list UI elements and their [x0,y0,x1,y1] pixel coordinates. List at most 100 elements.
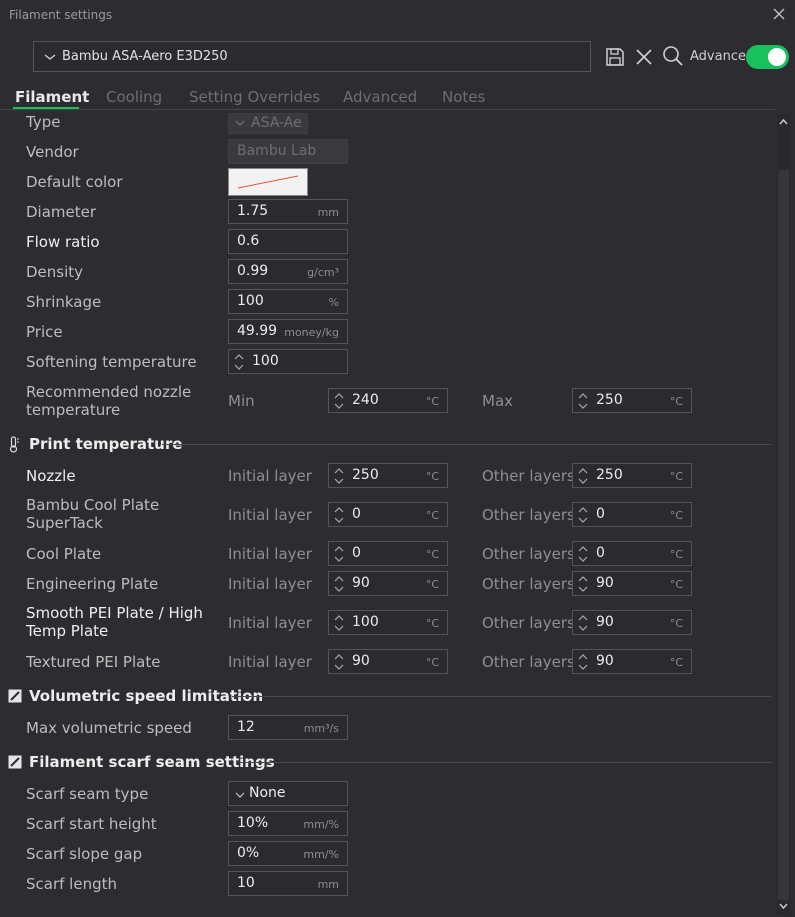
density-unit: g/cm³ [307,266,339,279]
density-label: Density [26,263,84,281]
shrinkage-unit: % [328,296,339,309]
other-layers-temp-input[interactable]: 90 °C [572,571,692,596]
price-input[interactable]: 49.99 money/kg [228,319,348,344]
plate-label: Nozzle [26,467,76,485]
spin-arrows-icon[interactable] [233,352,245,372]
rec-nozzle-max-label: Max [482,392,514,410]
print-temperature-title: Print temperature [29,435,183,453]
other-layers-temp-input[interactable]: 0 °C [572,541,692,566]
plate-label: Engineering Plate [26,575,159,593]
spin-arrows-icon[interactable] [577,505,589,525]
vendor-field: Bambu Lab [228,139,348,164]
other-layers-label: Other layers [482,467,575,485]
search-icon[interactable] [662,45,684,67]
spin-arrows-icon[interactable] [333,391,345,411]
other-layers-label: Other layers [482,653,575,671]
plate-label-line1: Bambu Cool Plate [26,496,160,514]
initial-layer-temp-input[interactable]: 100 °C [328,610,448,635]
initial-layer-label: Initial layer [228,545,312,563]
price-value: 49.99 [237,323,278,339]
other-layers-label: Other layers [482,506,575,524]
scarf-start-height-unit: mm/% [303,818,339,831]
tab-filament[interactable]: Filament [15,88,89,106]
other-layers-temp-input[interactable]: 90 °C [572,610,692,635]
spin-arrows-icon[interactable] [333,613,345,633]
tab-divider [0,109,775,110]
temp-unit: °C [669,617,683,630]
plate-label-line2: Temp Plate [26,622,109,640]
max-volumetric-speed-value: 12 [237,719,255,735]
plate-label: Textured PEI Plate [26,653,161,671]
spin-arrows-icon[interactable] [577,613,589,633]
rec-nozzle-label-line2: temperature [26,401,121,419]
shrinkage-value: 100 [237,293,264,309]
temp-unit: °C [669,509,683,522]
initial-layer-label: Initial layer [228,467,312,485]
scrollbar-thumb[interactable] [778,170,789,900]
thermometer-icon [9,436,19,453]
spin-arrows-icon[interactable] [577,544,589,564]
shrinkage-input[interactable]: 100 % [228,289,348,314]
spin-arrows-icon[interactable] [333,505,345,525]
spin-arrows-icon[interactable] [577,574,589,594]
temp-unit: °C [425,617,439,630]
scarf-length-input[interactable]: 10 mm [228,871,348,896]
initial-layer-temp-input[interactable]: 90 °C [328,649,448,674]
tab-setting-overrides[interactable]: Setting Overrides [189,88,320,106]
other-layers-temp-value: 90 [596,614,614,630]
initial-layer-temp-input[interactable]: 0 °C [328,541,448,566]
max-volumetric-speed-input[interactable]: 12 mm³/s [228,715,348,740]
spin-arrows-icon[interactable] [333,544,345,564]
density-input[interactable]: 0.99 g/cm³ [228,259,348,284]
tab-cooling[interactable]: Cooling [106,88,162,106]
spin-arrows-icon[interactable] [333,652,345,672]
temp-unit: °C [425,548,439,561]
initial-layer-temp-input[interactable]: 0 °C [328,502,448,527]
scroll-up-icon[interactable] [777,116,790,128]
spin-arrows-icon[interactable] [333,574,345,594]
advanced-toggle[interactable] [746,45,789,69]
other-layers-temp-value: 250 [596,467,623,483]
default-color-swatch[interactable] [228,168,308,196]
spin-arrows-icon[interactable] [577,652,589,672]
temp-unit: °C [425,395,439,408]
other-layers-temp-input[interactable]: 250 °C [572,463,692,488]
plate-label: Cool Plate [26,545,102,563]
flow-ratio-input[interactable]: 0.6 [228,229,348,254]
other-layers-temp-input[interactable]: 90 °C [572,649,692,674]
rec-nozzle-min-input[interactable]: 240 °C [328,388,448,413]
scarf-seam-type-dropdown[interactable]: None [228,781,348,806]
type-label: Type [26,113,61,131]
initial-layer-temp-value: 90 [352,653,370,669]
save-icon[interactable] [604,46,626,68]
close-icon[interactable] [770,5,788,23]
spin-arrows-icon[interactable] [333,466,345,486]
plate-label-line2: SuperTack [26,514,103,532]
preset-name: Bambu ASA-Aero E3D250 [62,49,228,64]
tab-advanced[interactable]: Advanced [343,88,417,106]
diameter-input[interactable]: 1.75 mm [228,199,348,224]
spin-arrows-icon[interactable] [577,466,589,486]
other-layers-temp-input[interactable]: 0 °C [572,502,692,527]
other-layers-label: Other layers [482,575,575,593]
scroll-down-icon[interactable] [777,900,790,912]
scarf-length-label: Scarf length [26,875,117,893]
initial-layer-temp-input[interactable]: 250 °C [328,463,448,488]
rec-nozzle-max-value: 250 [596,392,623,408]
softening-temp-input[interactable]: 100 [228,349,348,374]
tab-notes[interactable]: Notes [442,88,485,106]
type-dropdown[interactable]: ASA-Ae [228,113,308,134]
scarf-slope-gap-value: 0% [237,845,260,861]
initial-layer-temp-input[interactable]: 90 °C [328,571,448,596]
price-unit: money/kg [284,326,339,339]
rec-nozzle-max-input[interactable]: 250 °C [572,388,692,413]
scarf-slope-gap-input[interactable]: 0% mm/% [228,841,348,866]
scarf-start-height-input[interactable]: 10% mm/% [228,811,348,836]
temp-unit: °C [425,578,439,591]
initial-layer-label: Initial layer [228,575,312,593]
default-color-label: Default color [26,173,123,191]
delete-icon[interactable] [633,46,655,68]
chevron-down-icon [235,120,245,126]
preset-dropdown[interactable]: Bambu ASA-Aero E3D250 [33,41,591,72]
spin-arrows-icon[interactable] [577,391,589,411]
